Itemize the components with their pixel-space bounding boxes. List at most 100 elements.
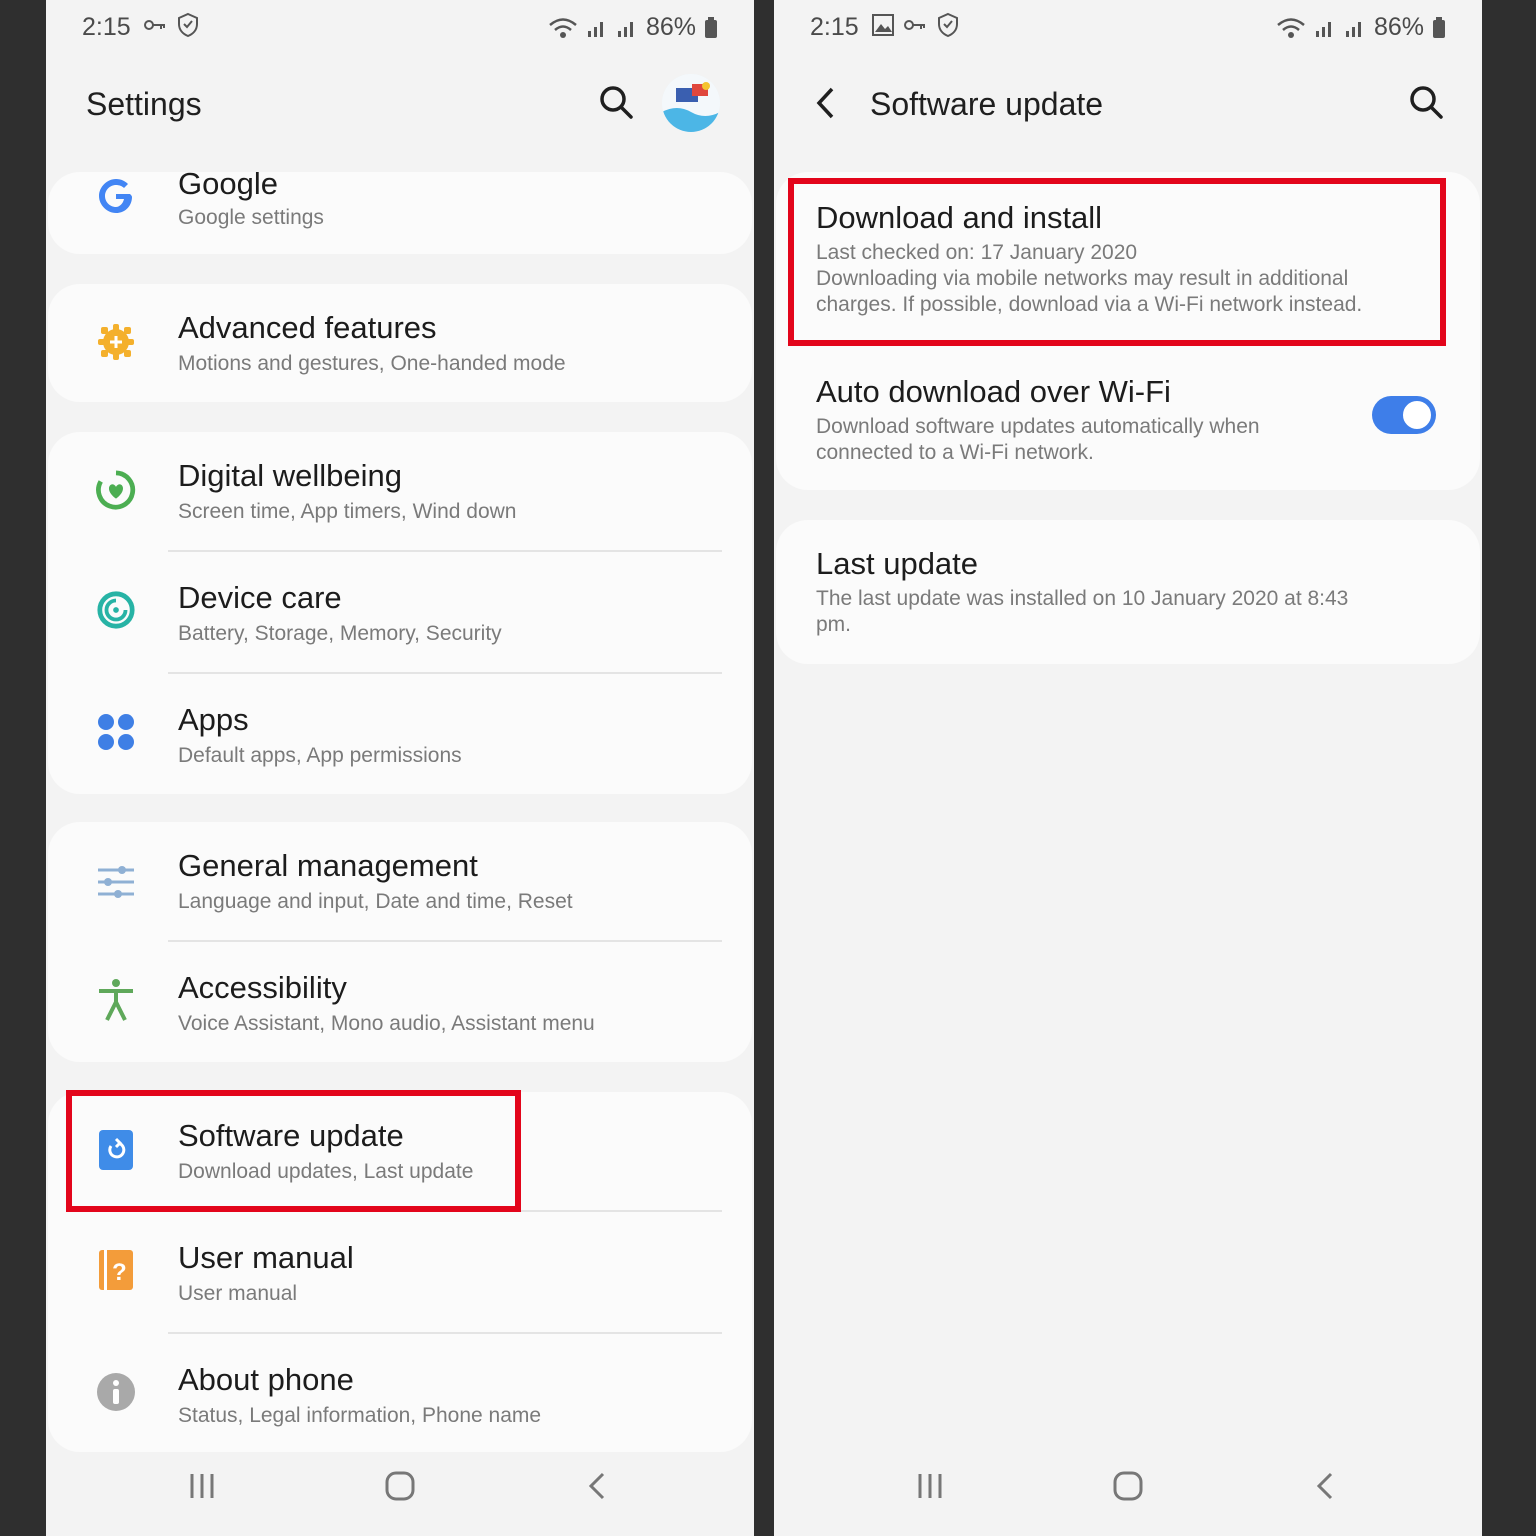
item-title: General management <box>178 848 478 883</box>
nav-bar <box>774 1446 1482 1536</box>
battery-percent: 86% <box>645 13 696 41</box>
download-note: Downloading via mobile networks may resu… <box>816 267 1349 290</box>
item-title: Advanced features <box>178 310 437 345</box>
item-subtitle: Download updates, Last update <box>178 1160 474 1183</box>
svg-text:?: ? <box>112 1259 127 1286</box>
shield-icon <box>938 12 958 38</box>
wifi-icon <box>1277 17 1305 38</box>
settings-card: Google Google settings <box>48 172 752 254</box>
item-subtitle: Default apps, App permissions <box>178 744 462 767</box>
last-update-card: Last update The last update was installe… <box>776 520 1480 664</box>
auto-download-line: Download software updates automatically … <box>816 415 1260 438</box>
item-title: Digital wellbeing <box>178 458 403 493</box>
battery-icon <box>705 16 717 38</box>
battery-icon <box>1433 16 1445 38</box>
auto-download-toggle[interactable] <box>1372 396 1436 434</box>
software-update-icon <box>96 1130 136 1170</box>
avatar[interactable] <box>662 74 720 132</box>
recents-icon[interactable] <box>182 1466 222 1506</box>
update-options-card: Download and install Last checked on: 17… <box>776 172 1480 490</box>
item-title: Accessibility <box>178 970 347 1005</box>
signal-icon <box>617 21 633 37</box>
settings-item-accessibility[interactable]: Accessibility Voice Assistant, Mono audi… <box>48 942 752 1062</box>
last-update-title: Last update <box>816 546 979 581</box>
google-icon <box>96 176 136 216</box>
settings-item-google[interactable]: Google Google settings <box>48 172 752 254</box>
settings-item-software-update[interactable]: Software update Download updates, Last u… <box>48 1092 752 1212</box>
settings-item-advanced-features[interactable]: Advanced features Motions and gestures, … <box>48 284 752 402</box>
item-subtitle: Status, Legal information, Phone name <box>178 1404 542 1427</box>
item-subtitle: Voice Assistant, Mono audio, Assistant m… <box>178 1012 595 1035</box>
header: Software update <box>774 70 1482 140</box>
gallery-icon <box>872 14 894 36</box>
item-title: Device care <box>178 580 342 615</box>
item-subtitle: Battery, Storage, Memory, Security <box>178 622 502 645</box>
status-bar: 2:15 86% <box>774 0 1482 56</box>
wifi-icon <box>549 17 577 38</box>
last-update-line: The last update was installed on 10 Janu… <box>816 587 1349 610</box>
nav-bar <box>46 1446 754 1536</box>
signal-icon <box>1345 21 1361 37</box>
settings-card: Digital wellbeing Screen time, App timer… <box>48 432 752 794</box>
settings-item-digital-wellbeing[interactable]: Digital wellbeing Screen time, App timer… <box>48 432 752 552</box>
item-subtitle: Google settings <box>178 206 324 229</box>
download-description: Last checked on: 17 January 2020 Downloa… <box>816 240 1362 318</box>
accessibility-icon <box>96 979 136 1021</box>
home-icon[interactable] <box>1108 1466 1148 1506</box>
item-subtitle: Screen time, App timers, Wind down <box>178 500 517 523</box>
back-icon[interactable] <box>578 1466 618 1506</box>
apps-grid-icon <box>96 712 136 752</box>
download-and-install[interactable]: Download and install Last checked on: 17… <box>776 172 1480 340</box>
back-icon[interactable] <box>1306 1466 1346 1506</box>
item-subtitle: Language and input, Date and time, Reset <box>178 890 573 913</box>
software-update-screen: 2:15 86% Software update Download and in… <box>774 0 1482 1536</box>
home-icon[interactable] <box>380 1466 420 1506</box>
user-manual-icon: ? <box>96 1250 136 1290</box>
device-care-icon <box>96 590 136 630</box>
vpn-key-icon <box>144 20 165 30</box>
auto-download-description: Download software updates automatically … <box>816 414 1260 466</box>
settings-item-apps[interactable]: Apps Default apps, App permissions <box>48 674 752 794</box>
auto-download-title: Auto download over Wi-Fi <box>816 374 1171 409</box>
status-time: 2:15 <box>810 13 859 41</box>
auto-download-wifi[interactable]: Auto download over Wi-Fi Download softwa… <box>776 348 1480 490</box>
header: Settings <box>46 70 754 140</box>
page-title: Settings <box>86 86 202 122</box>
search-icon[interactable] <box>1408 84 1444 120</box>
info-icon <box>96 1372 136 1412</box>
download-title: Download and install <box>816 200 1103 235</box>
settings-card: Advanced features Motions and gestures, … <box>48 284 752 402</box>
status-bar: 2:15 86% <box>46 0 754 56</box>
item-title: Software update <box>178 1118 404 1153</box>
signal-icon <box>1315 21 1331 37</box>
settings-item-user-manual[interactable]: ? User manual User manual <box>48 1212 752 1332</box>
battery-percent: 86% <box>1373 13 1424 41</box>
toggle-knob <box>1400 398 1434 432</box>
signal-icon <box>587 21 603 37</box>
vpn-key-icon <box>904 20 925 30</box>
search-icon[interactable] <box>598 84 634 120</box>
settings-card: Software update Download updates, Last u… <box>48 1092 752 1452</box>
gear-plus-icon <box>96 322 136 362</box>
settings-item-device-care[interactable]: Device care Battery, Storage, Memory, Se… <box>48 552 752 672</box>
sliders-icon <box>96 862 136 902</box>
item-title: User manual <box>178 1240 354 1275</box>
settings-card: General management Language and input, D… <box>48 822 752 1062</box>
wellbeing-heart-icon <box>96 470 136 510</box>
settings-item-general-management[interactable]: General management Language and input, D… <box>48 822 752 942</box>
recents-icon[interactable] <box>910 1466 950 1506</box>
last-update[interactable]: Last update The last update was installe… <box>776 520 1480 664</box>
back-arrow-icon[interactable] <box>814 86 838 120</box>
item-subtitle: Motions and gestures, One-handed mode <box>178 352 566 375</box>
settings-screen: 2:15 86% Settings Google Google settings <box>46 0 754 1536</box>
page-title: Software update <box>870 86 1104 122</box>
shield-icon <box>178 12 198 38</box>
last-checked: Last checked on: 17 January 2020 <box>816 241 1138 264</box>
download-note: charges. If possible, download via a Wi-… <box>816 293 1363 316</box>
settings-item-about-phone[interactable]: About phone Status, Legal information, P… <box>48 1334 752 1452</box>
status-time: 2:15 <box>82 13 131 41</box>
item-title: Google <box>178 172 278 201</box>
auto-download-line: connected to a Wi-Fi network. <box>816 441 1094 464</box>
last-update-description: The last update was installed on 10 Janu… <box>816 586 1348 638</box>
item-title: About phone <box>178 1362 354 1397</box>
